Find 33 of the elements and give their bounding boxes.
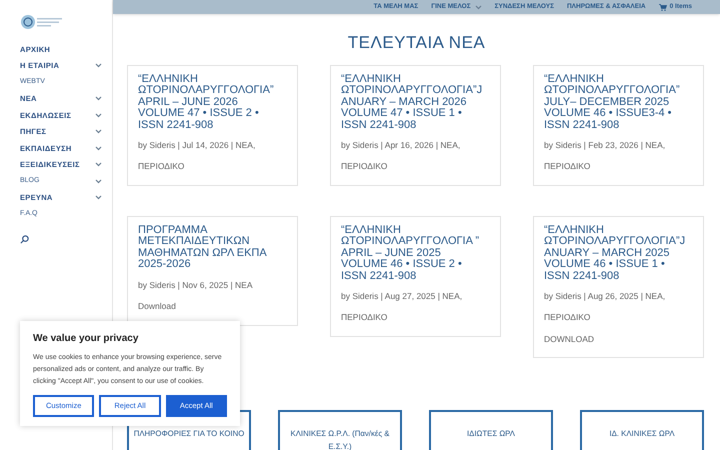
post-meta: by Sideris | Feb 23, 2026 | NEA, (544, 139, 666, 152)
category-link[interactable]: ΠΕΡΙΟΔΙΚΟ (544, 160, 693, 172)
chevron-down-icon (95, 146, 102, 151)
category-link[interactable]: ΠΕΡΙΟΔΙΚΟ (341, 310, 490, 324)
category-link[interactable]: ΠΕΡΙΟΔΙΚΟ (544, 310, 693, 324)
chevron-down-icon (95, 129, 102, 134)
post-meta: by Sideris | Aug 27, 2025 | NEA, (341, 290, 464, 303)
post-title[interactable]: “ΕΛΛΗΝΙΚΗ ΩΤΟΡΙΝΟΛΑΡΥΓΓΟΛΟΓΙΑ”J ANUARY – MARCH 2026 VOLUME 47 • ISSUE 1 • ISSN 2241-908 (341, 74, 490, 131)
post-title[interactable]: ΠΡΟΓΡΑΜΜΑ ΜΕΤΕΚΠΑΙΔΕΥΤΙΚΩΝ ΜΑΘΗΜΑΤΩΝ ΩΡΛ ΕΚΠΑ 2025-2026 (138, 224, 287, 270)
cookie-title: We value your privacy (33, 332, 140, 346)
post-title[interactable]: “ΕΛΛΗΝΙΚΗ ΩΤΟΡΙΝΟΛΑΡΥΓΓΟΛΟΓΙΑ”J ANUARY – MARCH 2025 VOLUME 46 • ISSUE 1 • ISSN 2241-908 (544, 224, 693, 282)
post-meta: by Sideris | Jul 14, 2026 | NEA, (138, 139, 256, 152)
chevron-down-icon (95, 96, 102, 102)
post-title[interactable]: “ΕΛΛΗΝΙΚΗ ΩΤΟΡΙΝΟΛΑΡΥΓΓΟΛΟΓΙΑ ” APRIL – JUNE 2025 VOLUME 46 • ISSUE 2 • ISSN 2241-908 (341, 224, 490, 282)
logo-icon (20, 14, 64, 30)
category-link[interactable]: ΠΕΡΙΟΔΙΚΟ (138, 160, 287, 172)
chevron-down-icon (474, 4, 482, 10)
page-heading: ΤΕΛΕΥΤΑΙΑ ΝΕΑ (348, 32, 486, 54)
post-meta: by Sideris | Apr 16, 2026 | NEA, (341, 139, 462, 152)
chevron-down-icon (95, 195, 102, 200)
chevron-down-icon (95, 162, 102, 168)
search-icon[interactable] (20, 234, 29, 244)
category-link[interactable]: ΠΕΡΙΟΔΙΚΟ (341, 160, 490, 172)
post-excerpt: Download (138, 300, 177, 313)
cart-icon[interactable] (658, 4, 667, 10)
post-meta: by Sideris | Nov 6, 2025 | NEA (138, 278, 254, 292)
post-excerpt: DOWNLOAD (544, 332, 596, 346)
post-meta: by Sideris | Aug 26, 2025 | NEA, (544, 290, 666, 303)
post-title[interactable]: “ΕΛΛΗΝΙΚΗ ΩΤΟΡΙΝΟΛΑΡΥΓΓΟΛΟΓΙΑ” JULY– DECEMBER 2025 VOLUME 46 • ISSUE3-4 • ISSN 2241-908 (544, 74, 693, 131)
chevron-down-icon (95, 63, 102, 68)
post-title[interactable]: “ΕΛΛΗΝΙΚΗ ΩΤΟΡΙΝΟΛΑΡΥΓΓΟΛΟΓΙΑ” APRIL – JUNE 2026 VOLUME 47 • ISSUE 2 • ISSN 2241-908 (138, 74, 287, 131)
chevron-down-icon (95, 178, 102, 184)
chevron-down-icon (95, 112, 102, 118)
